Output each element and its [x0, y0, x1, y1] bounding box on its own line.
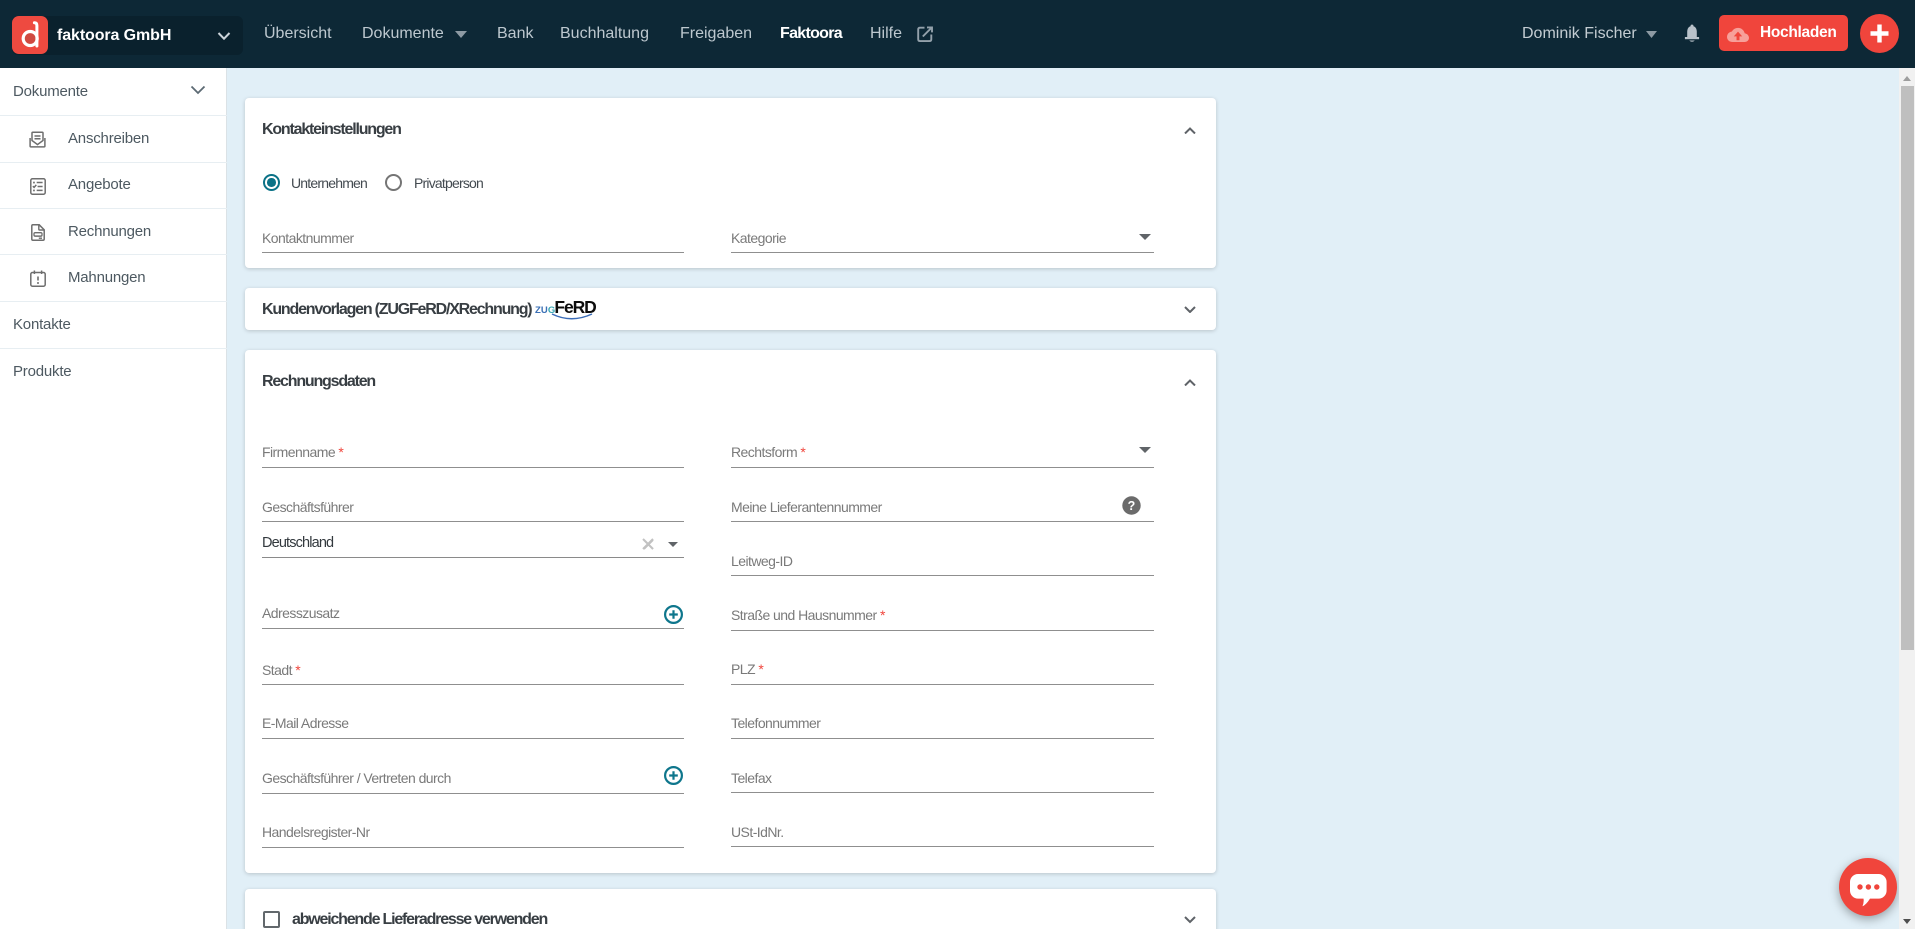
svg-text:?: ? — [1128, 499, 1136, 513]
